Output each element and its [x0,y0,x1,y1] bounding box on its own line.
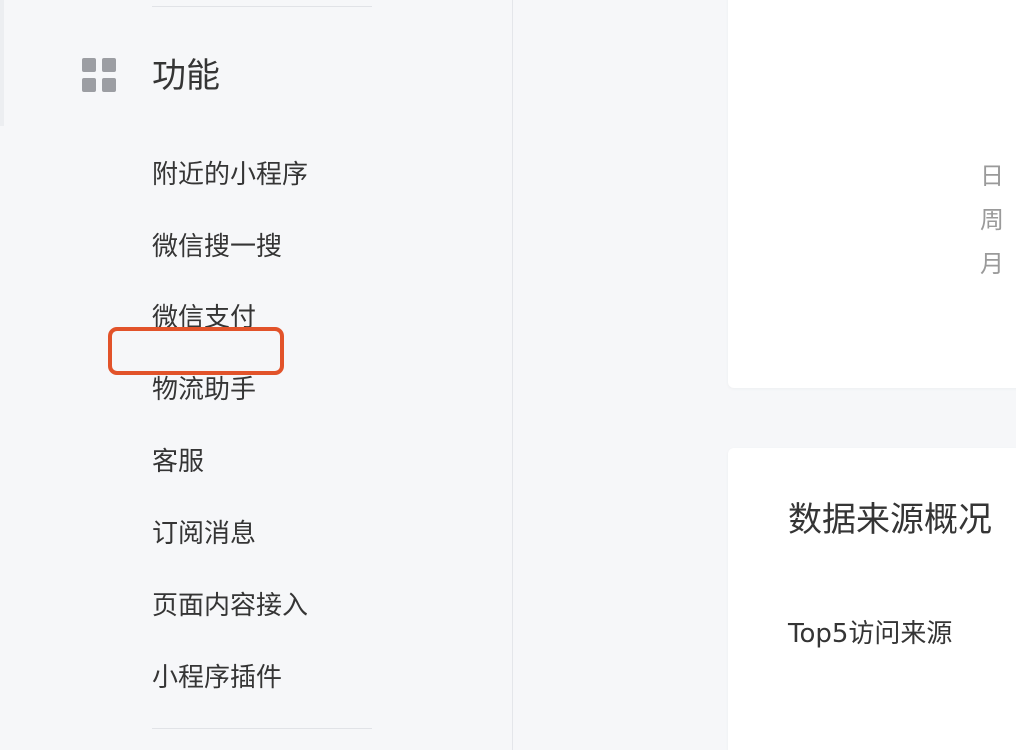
sidebar-item-page-content-access[interactable]: 页面内容接入 [152,586,308,626]
sidebar-divider-bottom [152,728,372,729]
period-day-option[interactable]: 日 [980,156,1004,196]
sidebar-item-logistics-assistant[interactable]: 物流助手 [152,370,256,410]
sidebar-top-strip [0,0,4,126]
period-week-option[interactable]: 周 [980,200,1004,240]
sidebar: 功能 附近的小程序 微信搜一搜 微信支付 物流助手 客服 订阅消息 页面内容接入… [0,0,513,750]
main-content: 日 周 月 数据来源概况 Top5访问来源 [514,0,1016,750]
source-overview-card [728,448,1016,750]
main-clip: 日 周 月 数据来源概况 Top5访问来源 [514,0,1016,750]
top5-sources-label: Top5访问来源 [788,619,953,649]
sidebar-item-nearby-miniprogram[interactable]: 附近的小程序 [152,155,308,195]
annotation-highlight-box [108,327,284,375]
trend-card: 日 周 月 [728,0,1016,388]
grid-icon [82,58,116,92]
sidebar-item-miniprogram-plugin[interactable]: 小程序插件 [152,658,282,698]
sidebar-item-customer-service[interactable]: 客服 [152,442,204,482]
section-title: 功能 [152,56,220,96]
sidebar-divider-top [152,6,372,7]
section-header-features[interactable]: 功能 [82,52,220,98]
sidebar-item-subscribe-message[interactable]: 订阅消息 [152,514,256,554]
sidebar-item-wechat-search[interactable]: 微信搜一搜 [152,227,282,267]
source-overview-title: 数据来源概况 [788,500,992,540]
period-month-option[interactable]: 月 [980,244,1004,284]
